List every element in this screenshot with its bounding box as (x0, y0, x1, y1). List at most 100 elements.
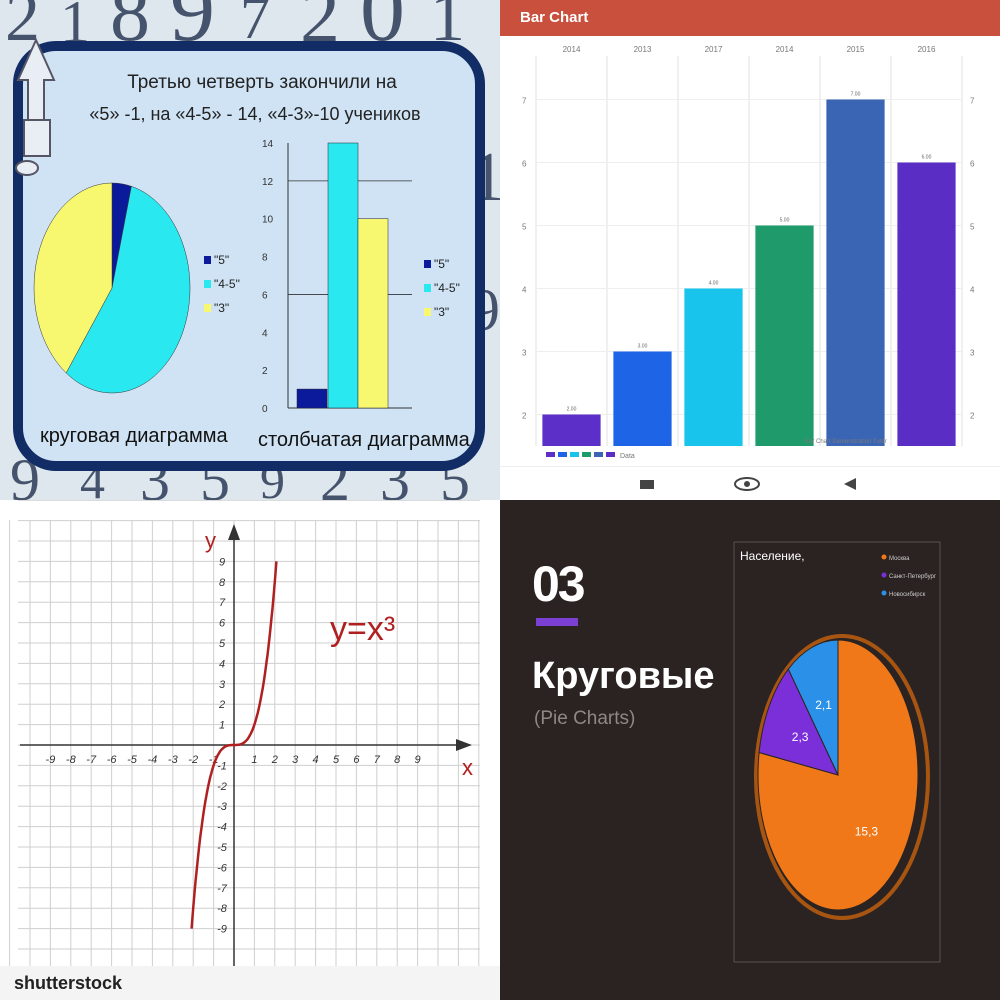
y-tick-label: 7 (219, 597, 226, 609)
legend-label: "3" (214, 301, 229, 315)
x-tick-label: 2014 (776, 45, 794, 54)
bar-value-label: 3.00 (638, 344, 648, 350)
legend-swatch (558, 452, 567, 457)
y-tick-label: 12 (262, 177, 274, 188)
legend-swatch (424, 260, 431, 268)
chart-description: Bar Chart Demonstration Tutor (805, 439, 887, 445)
bar-caption: столбчатая диаграмма (258, 429, 471, 451)
y-tick-label: 4 (262, 328, 268, 339)
bar-value-label: 5.00 (780, 218, 790, 224)
y-tick-label: 14 (262, 139, 274, 150)
bar (826, 99, 885, 446)
x-tick-label: -9 (46, 754, 56, 766)
y-tick-label: 7 (522, 97, 527, 106)
back-nav-icon[interactable] (844, 478, 856, 490)
x-tick-label: 6 (353, 754, 360, 766)
y-tick-label: 2 (262, 366, 268, 377)
x-tick-label: -5 (127, 754, 138, 766)
population-legend: Москва Санкт-Петербург Новосибирск (881, 554, 937, 598)
menu-nav-icon[interactable] (640, 480, 654, 489)
bar-value-label: 6.00 (922, 155, 932, 161)
legend-label: "5" (214, 253, 229, 267)
bar (613, 351, 672, 446)
legend-swatch (424, 308, 431, 316)
home-nav-icon[interactable] (734, 477, 760, 491)
legend-swatch (204, 304, 211, 312)
bar (327, 142, 359, 409)
x-tick-label: 4 (313, 754, 319, 766)
shutterstock-watermark: shutterstock (14, 973, 123, 993)
legend-label: "5" (434, 257, 449, 271)
cubic-function-panel: -9 -8 -7 -6 -5 -4 -3 -2 -1 1 2 3 4 5 6 7 8 9 9 8 7 6 5 4 3 2 1 -1 -2… (0, 500, 500, 1000)
x-tick-label: -7 (86, 754, 97, 766)
y-tick-label: -8 (217, 903, 228, 915)
y-tick-label-right: 3 (970, 349, 975, 358)
y-tick-label: 6 (219, 618, 226, 630)
y-tick-label: 2 (522, 412, 527, 421)
y-tick-label: -7 (217, 883, 228, 895)
android-bar-chart-panel: Bar Chart 2014 2013 2017 2014 2015 2016 2 3 4 5 6 7… (500, 0, 1000, 500)
y-tick-label: 4 (219, 658, 225, 670)
x-tick-label: 3 (292, 754, 299, 766)
population-pie: 15,3 2,3 2,1 (754, 634, 930, 920)
graph-grid (9, 500, 480, 970)
x-tick-label: 2015 (847, 45, 865, 54)
y-tick-label-right: 6 (970, 160, 975, 169)
y-tick-label: -5 (217, 842, 228, 854)
y-tick-label: 3 (219, 679, 226, 691)
year-bar-chart: 2014 2013 2017 2014 2015 2016 2 3 4 5 6 7 2 3 4 5 6 7 2.00… (522, 45, 975, 460)
x-tick-label: -6 (107, 754, 118, 766)
bar (897, 162, 956, 446)
y-axis-arrow-icon (228, 524, 240, 540)
x-axis-arrow-icon (456, 739, 472, 751)
legend-swatch (582, 452, 591, 457)
y-tick-label: 8 (262, 253, 268, 264)
x-tick-label: 2 (271, 754, 278, 766)
school-grades-svg: 218972019435923519 Третью четверть закон… (5, 0, 500, 500)
y-tick-label: -1 (217, 760, 227, 772)
y-tick-label: 5 (219, 638, 226, 650)
bar-value-label: 2.00 (567, 407, 577, 413)
legend-swatch (204, 280, 211, 288)
y-tick-label-right: 4 (970, 286, 975, 295)
x-tick-label: 5 (333, 754, 340, 766)
x-axis-label: x (462, 755, 473, 780)
legend-dot (881, 572, 887, 578)
y-tick-label: -2 (217, 781, 227, 793)
legend-label: "3" (434, 305, 449, 319)
y-tick-label: 8 (219, 577, 226, 589)
bar-value-label: 7.00 (851, 92, 861, 98)
population-chart-svg: Население, Москва Санкт-Петербург Новосиби… (733, 541, 941, 963)
legend-dot (881, 554, 887, 560)
legend-label: Data (620, 453, 635, 460)
y-tick-label-right: 2 (970, 412, 975, 421)
y-axis-label: y (205, 528, 216, 553)
bar (357, 218, 389, 409)
bar (755, 225, 814, 446)
bar (684, 288, 743, 446)
grades-title-line1: Третью четверть закончили на (127, 72, 397, 93)
legend-label: Санкт-Петербург (889, 574, 937, 580)
legend-swatch (424, 284, 431, 292)
legend-swatch (204, 256, 211, 264)
y-tick-label: 1 (219, 720, 225, 732)
bar (296, 388, 328, 409)
y-tick-label-right: 7 (970, 97, 975, 106)
x-tick-label: -2 (188, 754, 198, 766)
y-tick-label: 10 (262, 215, 274, 226)
legend-swatch (594, 452, 603, 457)
y-tick-label: 9 (219, 556, 225, 568)
navigation-bar (500, 466, 1000, 500)
x-tick-label: 9 (415, 754, 421, 766)
legend-label: "4-5" (214, 277, 240, 291)
legend-dot (881, 590, 887, 596)
x-tick-label: 2017 (705, 45, 723, 54)
bar-value-label: 4.00 (709, 281, 719, 287)
legend-label: "4-5" (434, 281, 460, 295)
x-tick-label: 7 (374, 754, 381, 766)
y-tick-label: -3 (217, 801, 228, 813)
y-tick-label: -4 (217, 822, 227, 834)
x-tick-label: -4 (148, 754, 158, 766)
legend-label: Москва (889, 556, 910, 562)
y-tick-label: 5 (522, 223, 527, 232)
